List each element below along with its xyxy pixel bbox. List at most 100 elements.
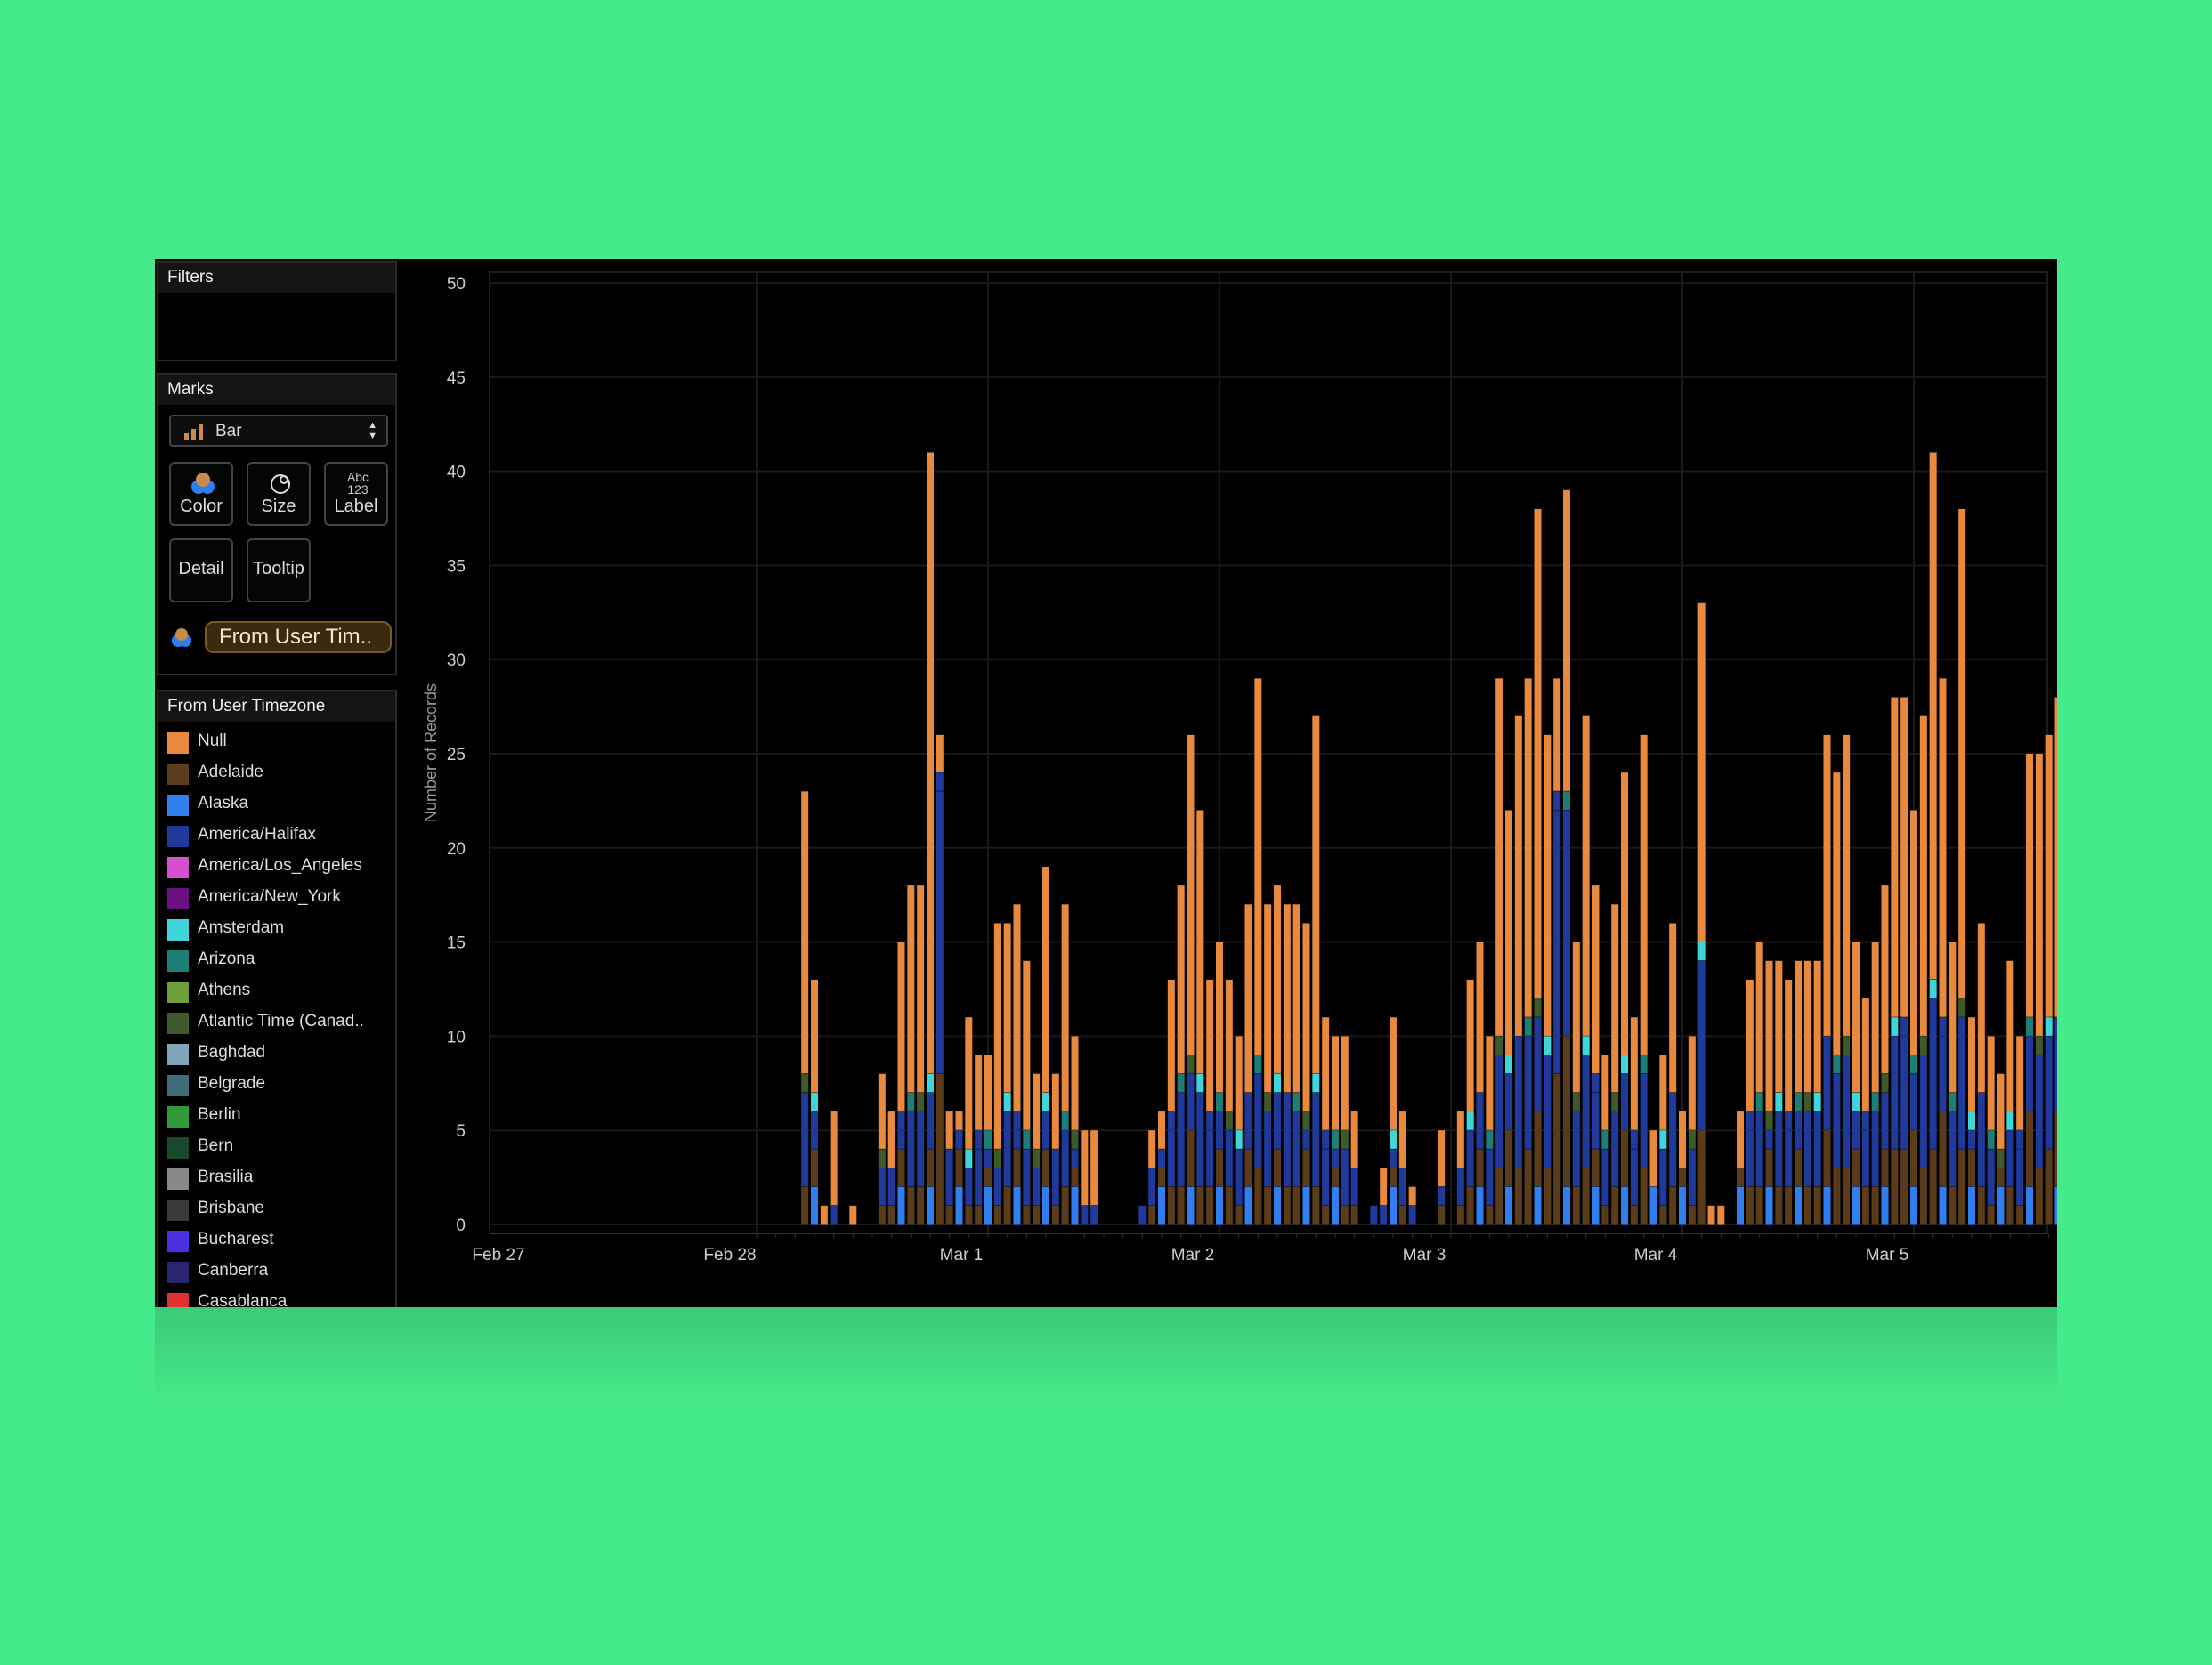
bar[interactable] xyxy=(1572,942,1580,1225)
bar[interactable] xyxy=(1861,998,1869,1225)
detail-button[interactable]: Detail xyxy=(169,538,233,602)
bar[interactable] xyxy=(1544,734,1552,1225)
bar[interactable] xyxy=(1843,734,1851,1225)
bar[interactable] xyxy=(1196,810,1204,1225)
bar[interactable] xyxy=(1611,904,1619,1225)
bar[interactable] xyxy=(1737,1111,1744,1225)
bar[interactable] xyxy=(955,1111,963,1225)
bar[interactable] xyxy=(1785,979,1793,1225)
mark-type-dropdown[interactable]: Bar ▲ ▼ xyxy=(169,415,388,447)
bar[interactable] xyxy=(1707,1205,1715,1225)
bar[interactable] xyxy=(1910,810,1917,1225)
bar[interactable] xyxy=(1216,942,1223,1225)
bar[interactable] xyxy=(1505,810,1512,1225)
bar[interactable] xyxy=(811,979,818,1225)
bar[interactable] xyxy=(907,885,915,1225)
bar[interactable] xyxy=(1177,885,1185,1225)
bar[interactable] xyxy=(1949,942,1957,1225)
bar[interactable] xyxy=(1659,1055,1667,1225)
bar[interactable] xyxy=(1408,1186,1416,1225)
bar[interactable] xyxy=(878,1073,886,1225)
bar[interactable] xyxy=(1582,715,1590,1225)
bar[interactable] xyxy=(984,1055,992,1225)
bar[interactable] xyxy=(1968,1017,1975,1225)
bar[interactable] xyxy=(887,1111,895,1225)
bar[interactable] xyxy=(801,791,809,1225)
bar[interactable] xyxy=(1023,960,1031,1225)
bar[interactable] xyxy=(945,1111,953,1225)
filters-shelf[interactable]: Filters xyxy=(157,261,397,361)
bar[interactable] xyxy=(1090,1130,1098,1225)
bar[interactable] xyxy=(1823,734,1831,1225)
bar[interactable] xyxy=(1775,960,1783,1225)
bar[interactable] xyxy=(1755,942,1763,1225)
bar[interactable] xyxy=(1438,1130,1446,1225)
bar[interactable] xyxy=(1977,923,1985,1225)
bar[interactable] xyxy=(1013,904,1021,1225)
bar[interactable] xyxy=(1592,885,1600,1225)
bar[interactable] xyxy=(1919,715,1927,1225)
bar[interactable] xyxy=(2045,734,2053,1225)
bar[interactable] xyxy=(1871,942,1879,1225)
bar[interactable] xyxy=(1370,1205,1378,1225)
bar[interactable] xyxy=(1891,697,1899,1225)
stacked-bar-chart[interactable]: 0 5 10 15 20 25 30 35 40 45 50 Feb 27 Feb 28 Mar 1 Mar… xyxy=(409,259,2057,1307)
bar[interactable] xyxy=(2054,697,2058,1225)
bar[interactable] xyxy=(927,452,934,1225)
bar[interactable] xyxy=(2026,754,2033,1225)
bar[interactable] xyxy=(849,1205,857,1225)
bar[interactable] xyxy=(1167,979,1175,1225)
bar[interactable] xyxy=(1746,979,1754,1225)
bar[interactable] xyxy=(1649,1130,1657,1225)
bar[interactable] xyxy=(993,923,1001,1225)
bar[interactable] xyxy=(1148,1130,1156,1225)
bar[interactable] xyxy=(1495,678,1503,1225)
bar[interactable] xyxy=(1669,923,1677,1225)
bar[interactable] xyxy=(1322,1017,1330,1225)
bar[interactable] xyxy=(1803,960,1811,1225)
bar[interactable] xyxy=(1476,942,1484,1225)
bar[interactable] xyxy=(897,942,905,1225)
bar[interactable] xyxy=(917,885,925,1225)
bar[interactable] xyxy=(1206,979,1214,1225)
bar[interactable] xyxy=(1244,904,1252,1225)
bar[interactable] xyxy=(1187,734,1195,1225)
bar[interactable] xyxy=(1524,678,1532,1225)
bar[interactable] xyxy=(1292,904,1300,1225)
bar[interactable] xyxy=(1833,772,1841,1225)
bar[interactable] xyxy=(1563,489,1570,1225)
bar[interactable] xyxy=(2006,960,2014,1225)
bar[interactable] xyxy=(2035,754,2043,1225)
bar[interactable] xyxy=(1380,1168,1388,1225)
bar[interactable] xyxy=(1390,1017,1397,1225)
bar[interactable] xyxy=(965,1017,973,1225)
bar[interactable] xyxy=(1534,508,1542,1225)
bar[interactable] xyxy=(1003,923,1011,1225)
bar[interactable] xyxy=(1717,1205,1725,1225)
bar[interactable] xyxy=(1302,923,1310,1225)
bar[interactable] xyxy=(1601,1055,1609,1225)
bar[interactable] xyxy=(1254,678,1262,1225)
bar[interactable] xyxy=(1274,885,1281,1225)
bar[interactable] xyxy=(1283,904,1291,1225)
bar[interactable] xyxy=(936,734,944,1225)
bar[interactable] xyxy=(1765,960,1773,1225)
bar[interactable] xyxy=(1081,1130,1089,1225)
bar[interactable] xyxy=(1456,1111,1464,1225)
bar[interactable] xyxy=(975,1055,983,1225)
bar[interactable] xyxy=(1553,678,1561,1225)
tooltip-button[interactable]: Tooltip xyxy=(247,538,311,602)
bar[interactable] xyxy=(1225,979,1233,1225)
bar[interactable] xyxy=(1514,715,1522,1225)
bar[interactable] xyxy=(1051,1073,1059,1225)
bar[interactable] xyxy=(1398,1111,1406,1225)
color-field-pill[interactable]: From User Tim.. xyxy=(205,621,392,653)
bar[interactable] xyxy=(1621,772,1628,1225)
color-button[interactable]: Color xyxy=(169,462,233,526)
bar[interactable] xyxy=(1939,678,1947,1225)
bar[interactable] xyxy=(1138,1205,1147,1225)
label-button[interactable]: Abc 123 Label xyxy=(324,462,388,526)
bar[interactable] xyxy=(1852,942,1860,1225)
bar[interactable] xyxy=(1929,452,1937,1225)
bar[interactable] xyxy=(1312,715,1320,1225)
